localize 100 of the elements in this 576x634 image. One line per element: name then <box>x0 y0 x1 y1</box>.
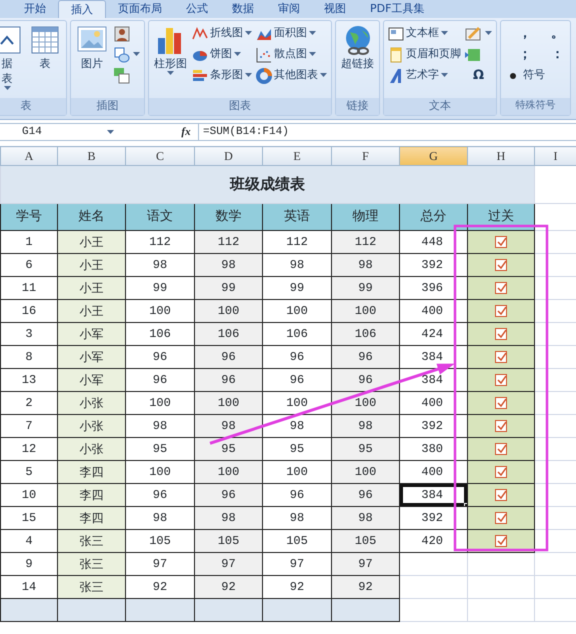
symbol-button[interactable]: Ω <box>464 66 493 85</box>
table-cell: 100 <box>332 460 400 484</box>
checkbox[interactable] <box>495 512 507 524</box>
group-label: 插图 <box>71 98 144 115</box>
ribbon-button[interactable]: 艺术字 <box>387 66 462 85</box>
ribbon-button[interactable]: 文本框 <box>387 24 462 43</box>
table-cell: 96 <box>262 484 332 506</box>
ribbon-button[interactable]: 折线图 <box>191 24 253 43</box>
table-cell: 100 <box>262 300 332 322</box>
ribbon-button[interactable] <box>112 45 141 64</box>
table-cell: 97 <box>194 552 262 576</box>
check-icon <box>496 306 506 316</box>
caret-icon <box>107 130 114 134</box>
ribbon-tab[interactable]: PDF工具集 <box>358 0 436 18</box>
ribbon-button[interactable]: 图片 <box>74 24 110 71</box>
ribbon-button[interactable]: 超链接 <box>339 24 376 71</box>
column-header[interactable]: B <box>58 146 126 166</box>
ribbon-button[interactable]: 表 <box>27 24 63 71</box>
column-heading: 总分 <box>400 204 468 230</box>
page-icon <box>388 46 404 62</box>
checkbox[interactable] <box>495 304 507 317</box>
name-box[interactable]: G14 <box>0 124 118 140</box>
column-header[interactable]: I <box>534 146 576 166</box>
checkbox[interactable] <box>495 236 507 248</box>
table-cell: 张三 <box>58 576 126 598</box>
table-cell: 100 <box>126 460 194 484</box>
table-cell: 99 <box>126 276 194 300</box>
checkbox[interactable] <box>495 350 507 363</box>
checkbox[interactable] <box>495 282 507 294</box>
ribbon-tab[interactable]: 公式 <box>174 0 220 18</box>
column-header[interactable]: E <box>262 146 332 166</box>
checkbox[interactable] <box>495 466 507 478</box>
symbol-button[interactable]: 。 <box>548 24 567 43</box>
symbol-button[interactable]: ， <box>504 24 546 43</box>
column-header[interactable]: A <box>0 146 58 166</box>
table-cell: 96 <box>194 346 262 368</box>
ribbon-tab[interactable]: 开始 <box>12 0 58 18</box>
ribbon-button[interactable] <box>464 24 493 43</box>
table-cell: 10 <box>0 484 58 506</box>
ribbon-button[interactable]: 散点图 <box>255 45 328 64</box>
ribbon-button[interactable]: 其他图表 <box>255 66 328 85</box>
group-label: 链接 <box>336 98 379 115</box>
table-cell: 105 <box>194 530 262 552</box>
check-icon <box>496 329 506 338</box>
table-cell: 小军 <box>58 346 126 368</box>
ribbon-button[interactable]: 符号 <box>504 66 546 85</box>
checkbox[interactable] <box>495 420 507 432</box>
column-header[interactable]: F <box>332 146 400 166</box>
checkbox[interactable] <box>495 258 507 271</box>
ribbon-tab[interactable]: 审阅 <box>266 0 312 18</box>
table-cell: 96 <box>126 346 194 368</box>
shapes-icon <box>113 46 131 64</box>
ribbon-button[interactable]: 据 表 <box>0 24 25 91</box>
table-cell: 424 <box>400 322 468 346</box>
table-cell: 95 <box>194 438 262 460</box>
table-cell: 98 <box>332 414 400 438</box>
checkbox[interactable] <box>495 488 507 501</box>
checkbox[interactable] <box>495 442 507 455</box>
ribbon-button[interactable]: 饼图 <box>191 45 253 64</box>
table-cell: 112 <box>194 230 262 254</box>
checkbox[interactable] <box>495 534 507 547</box>
ribbon-button[interactable]: 面积图 <box>255 24 328 43</box>
table-cell: 96 <box>126 484 194 506</box>
text-box-icon <box>388 26 404 42</box>
ribbon-tab[interactable]: 页面布局 <box>106 0 174 18</box>
table-cell: 420 <box>400 530 468 552</box>
table-cell: 95 <box>262 438 332 460</box>
table-cell: 100 <box>262 460 332 484</box>
check-icon <box>496 467 506 476</box>
art-text-icon <box>388 68 404 84</box>
table-cell: 105 <box>262 530 332 552</box>
column-header[interactable]: C <box>126 146 194 166</box>
symbol-button[interactable]: ： <box>548 45 567 64</box>
table-cell: 112 <box>262 230 332 254</box>
column-header[interactable]: G <box>400 146 468 166</box>
column-heading: 物理 <box>332 204 400 230</box>
column-heading: 语文 <box>126 204 194 230</box>
table-cell: 小张 <box>58 392 126 414</box>
symbol-button[interactable]: ； <box>504 45 546 64</box>
column-heading: 学号 <box>0 204 58 230</box>
formula-field[interactable]: =SUM(B14:F14) <box>198 124 576 140</box>
ribbon-tab[interactable]: 插入 <box>58 0 106 18</box>
checkbox[interactable] <box>495 396 507 409</box>
column-header[interactable]: D <box>194 146 262 166</box>
ribbon-tab[interactable]: 视图 <box>312 0 358 18</box>
table-cell: 96 <box>126 368 194 392</box>
function-button[interactable]: fx <box>174 124 198 140</box>
column-header[interactable]: H <box>468 146 534 166</box>
table-cell: 张三 <box>58 552 126 576</box>
ribbon-tab[interactable]: 数据 <box>220 0 266 18</box>
ribbon-button[interactable]: 柱形图 <box>152 24 189 76</box>
ribbon-button[interactable]: 条形图 <box>191 66 253 85</box>
checkbox[interactable] <box>495 328 507 340</box>
table-cell: 7 <box>0 414 58 438</box>
table-cell: 96 <box>194 484 262 506</box>
ribbon-button[interactable]: 页眉和页脚 <box>387 45 462 64</box>
table-cell: 13 <box>0 368 58 392</box>
check-icon <box>496 283 506 292</box>
table-cell: 400 <box>400 392 468 414</box>
checkbox[interactable] <box>495 374 507 386</box>
